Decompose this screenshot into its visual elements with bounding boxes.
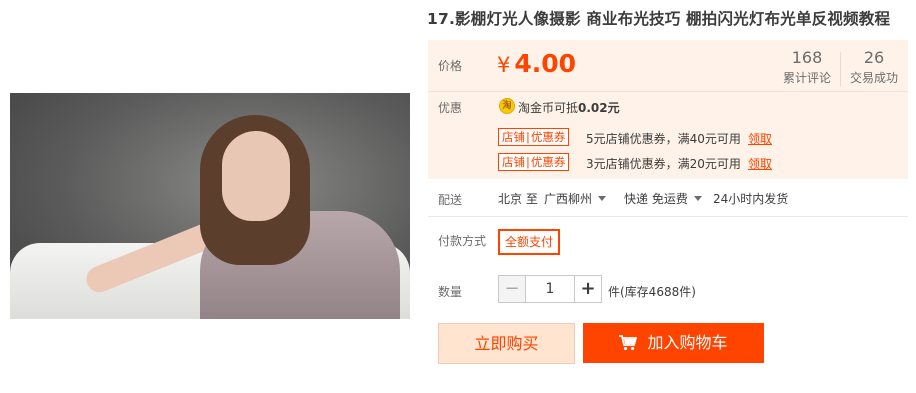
shipping-method: 快递 免运费 <box>624 192 688 206</box>
coin-text: 淘金币可抵 <box>518 101 579 115</box>
coupon-tag-sep: | <box>526 155 530 169</box>
decrease-button[interactable]: − <box>499 276 526 302</box>
currency-symbol: ¥ <box>497 53 511 77</box>
cart-icon <box>619 326 638 366</box>
coupon-tag-sep: | <box>526 130 530 144</box>
coin-amount: 0.02元 <box>578 101 620 115</box>
coupon-claim-link[interactable]: 领取 <box>748 155 772 172</box>
sales-stat: 26 交易成功 <box>844 48 904 86</box>
taobao-coin-icon: 淘 <box>499 98 515 114</box>
shipping-destination-select[interactable]: 广西柳州 <box>544 190 607 207</box>
buy-now-button[interactable]: 立即购买 <box>438 323 575 364</box>
shipping-destination: 广西柳州 <box>544 192 593 206</box>
increase-button[interactable]: + <box>574 276 601 302</box>
reviews-stat[interactable]: 168 累计评论 <box>778 48 836 86</box>
coin-deduction-text: 淘金币可抵0.02元 <box>518 99 620 116</box>
coupon-claim-link[interactable]: 领取 <box>748 130 772 147</box>
quantity-stepper: − 1 + <box>498 275 602 303</box>
product-title: 17.影棚灯光人像摄影 商业布光技巧 棚拍闪光灯布光单反视频教程 <box>427 10 891 28</box>
coupon-tag-left: 店铺 <box>502 130 525 144</box>
quantity-label: 数量 <box>438 285 463 299</box>
coupon-tag-right: 优惠券 <box>530 155 566 169</box>
shipping-label: 配送 <box>438 193 463 207</box>
shipping-divider <box>428 216 908 217</box>
coupon-tag-right: 优惠券 <box>530 130 566 144</box>
stock-text: 件(库存4688件) <box>608 285 696 299</box>
full-payment-option[interactable]: 全额支付 <box>498 229 560 255</box>
coupon-tag-left: 店铺 <box>502 155 525 169</box>
promo-label: 优惠 <box>438 101 463 115</box>
coupon-tag: 店铺|优惠券 <box>498 128 570 146</box>
product-image[interactable] <box>10 93 410 319</box>
sales-label: 交易成功 <box>849 71 898 85</box>
price-value-group: ¥4.00 <box>497 49 576 78</box>
quantity-input[interactable]: 1 <box>526 276 574 302</box>
chevron-down-icon <box>693 196 702 201</box>
shipping-origin: 北京 至 <box>498 192 538 206</box>
payment-label: 付款方式 <box>438 234 487 248</box>
price-divider <box>428 91 908 92</box>
sales-count: 26 <box>863 48 885 67</box>
add-to-cart-label: 加入购物车 <box>647 333 728 352</box>
add-to-cart-button[interactable]: 加入购物车 <box>583 323 764 363</box>
reviews-label: 累计评论 <box>782 71 831 85</box>
reviews-count: 168 <box>791 48 823 67</box>
price-label: 价格 <box>438 59 463 73</box>
shipping-dispatch: 24小时内发货 <box>713 192 789 206</box>
coupon-text: 5元店铺优惠券，满40元可用 <box>586 132 741 146</box>
stats-divider <box>840 52 841 86</box>
image-face <box>222 131 290 221</box>
coupon-tag: 店铺|优惠券 <box>498 153 570 171</box>
coupon-text: 3元店铺优惠券，满20元可用 <box>586 157 741 171</box>
shipping-method-select[interactable]: 快递 免运费 <box>624 190 702 207</box>
price-value: 4.00 <box>514 49 577 78</box>
chevron-down-icon <box>598 196 607 201</box>
